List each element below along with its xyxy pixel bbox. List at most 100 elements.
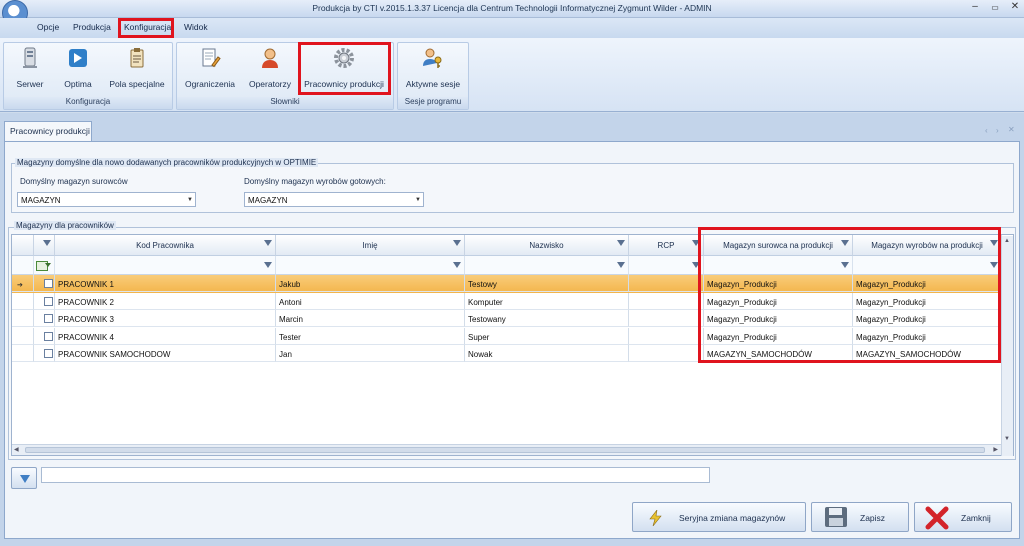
vertical-scrollbar[interactable]: ▲ ▼: [1001, 236, 1013, 456]
filter-icon[interactable]: [617, 240, 625, 246]
cell-rcp[interactable]: [629, 275, 704, 292]
column-header-kod[interactable]: Kod Pracownika: [55, 235, 276, 256]
tab-close-icon[interactable]: ✕: [1008, 125, 1015, 134]
scroll-left-icon[interactable]: ◀: [14, 446, 19, 453]
row-checkbox-cell[interactable]: [34, 275, 55, 292]
row-checkbox[interactable]: [44, 279, 53, 288]
filter-cell[interactable]: [465, 256, 629, 275]
cell-rcp[interactable]: [629, 327, 704, 345]
chevron-down-icon[interactable]: ▼: [187, 197, 193, 203]
cell-rcp[interactable]: [629, 345, 704, 362]
pracownicy-produkcji-highlight: [298, 42, 391, 95]
filter-icon: [20, 475, 30, 483]
raw-warehouse-select[interactable]: MAGAZYN ▼: [17, 192, 196, 207]
minimize-icon[interactable]: –: [967, 1, 983, 15]
grid-legend: Magazyny dla pracowników: [14, 221, 116, 230]
cell-kod[interactable]: PRACOWNIK 3: [55, 310, 276, 327]
filter-expression-input[interactable]: [41, 467, 710, 483]
column-header-rcp[interactable]: RCP: [629, 235, 704, 256]
row-checkbox[interactable]: [44, 314, 53, 323]
cell-imie[interactable]: Tester: [276, 327, 465, 345]
save-button[interactable]: Zapisz: [811, 502, 909, 532]
row-indicator-header: [12, 235, 34, 256]
filter-grid-icon[interactable]: [36, 261, 52, 271]
filter-icon[interactable]: [264, 262, 272, 268]
filter-cell[interactable]: [34, 256, 55, 275]
tab-scroll-left-icon[interactable]: ‹: [985, 126, 988, 135]
cell-nazwisko[interactable]: Nowak: [465, 345, 629, 362]
scroll-right-icon[interactable]: ▶: [993, 446, 998, 453]
filter-icon[interactable]: [264, 240, 272, 246]
bulk-change-button[interactable]: Seryjna zmiana magazynów: [632, 502, 806, 532]
row-checkbox[interactable]: [44, 331, 53, 341]
filter-icon[interactable]: [43, 240, 51, 246]
scroll-up-icon[interactable]: ▲: [1004, 238, 1010, 244]
finished-warehouse-label: Domyślny magazyn wyrobów gotowych:: [244, 177, 386, 186]
row-indicator: [12, 327, 34, 345]
cell-kod[interactable]: PRACOWNIK 2: [55, 292, 276, 310]
tab-scroll-right-icon[interactable]: ›: [996, 126, 999, 135]
row-indicator: [12, 345, 34, 362]
cell-nazwisko[interactable]: Komputer: [465, 292, 629, 310]
row-checkbox-cell[interactable]: [34, 345, 55, 362]
cell-rcp[interactable]: [629, 292, 704, 310]
menu-produkcja[interactable]: Produkcja: [73, 22, 111, 32]
serwer-label: Serwer: [16, 79, 44, 89]
row-indicator: [12, 310, 34, 327]
row-checkbox-cell[interactable]: [34, 292, 55, 310]
close-button[interactable]: Zamknij: [914, 502, 1012, 532]
filter-cell[interactable]: [276, 256, 465, 275]
row-indicator: [12, 292, 34, 310]
finished-warehouse-select[interactable]: MAGAZYN ▼: [244, 192, 424, 207]
maximize-icon[interactable]: ▭: [987, 3, 1003, 17]
cell-nazwisko[interactable]: Testowy: [465, 275, 629, 292]
cell-rcp[interactable]: [629, 310, 704, 327]
serwer-button[interactable]: Serwer: [10, 46, 50, 96]
row-checkbox[interactable]: [44, 349, 53, 358]
current-row-arrow-icon: ➔: [17, 282, 23, 289]
row-checkbox[interactable]: [44, 296, 53, 306]
close-label: Zamknij: [961, 513, 991, 523]
horizontal-scrollbar[interactable]: ◀ ▶: [12, 444, 1001, 455]
finished-warehouse-value: MAGAZYN: [248, 196, 288, 205]
cell-imie[interactable]: Antoni: [276, 292, 465, 310]
scroll-down-icon[interactable]: ▼: [1004, 436, 1010, 442]
row-checkbox-cell[interactable]: [34, 327, 55, 345]
user-icon: [262, 48, 278, 68]
operatorzy-button[interactable]: Operatorzy: [246, 46, 294, 96]
cell-kod[interactable]: PRACOWNIK 1: [55, 275, 276, 292]
cell-imie[interactable]: Jan: [276, 345, 465, 362]
column-header-label: Nazwisko: [529, 241, 564, 250]
filter-icon[interactable]: [617, 262, 625, 268]
aktywne-sesje-button[interactable]: Aktywne sesje: [403, 46, 463, 96]
row-checkbox-cell[interactable]: [34, 310, 55, 327]
optima-button[interactable]: Optima: [58, 46, 98, 96]
cell-kod[interactable]: PRACOWNIK 4: [55, 327, 276, 345]
clipboard-icon: [130, 48, 144, 68]
ribbon-group-label: Słowniki: [177, 97, 393, 109]
filter-icon[interactable]: [453, 240, 461, 246]
filter-cell[interactable]: [55, 256, 276, 275]
checkbox-column-header[interactable]: [34, 235, 55, 256]
column-header-imie[interactable]: Imię: [276, 235, 465, 256]
filter-icon[interactable]: [453, 262, 461, 268]
cell-nazwisko[interactable]: Super: [465, 327, 629, 345]
cell-imie[interactable]: Jakub: [276, 275, 465, 292]
column-header-nazwisko[interactable]: Nazwisko: [465, 235, 629, 256]
filter-toggle-button[interactable]: [11, 467, 37, 489]
cell-nazwisko[interactable]: Testowany: [465, 310, 629, 327]
bulk-change-label: Seryjna zmiana magazynów: [679, 513, 786, 523]
filter-cell[interactable]: [629, 256, 704, 275]
menu-opcje[interactable]: Opcje: [37, 22, 59, 32]
row-indicator: ➔: [12, 275, 34, 292]
cell-imie[interactable]: Marcin: [276, 310, 465, 327]
ograniczenia-button[interactable]: Ograniczenia: [184, 46, 236, 96]
pola-specjalne-button[interactable]: Pola specjalne: [108, 46, 166, 96]
chevron-down-icon[interactable]: ▼: [415, 197, 421, 203]
menu-widok[interactable]: Widok: [184, 22, 208, 32]
tab-pracownicy-produkcji[interactable]: Pracownicy produkcji: [4, 121, 92, 142]
close-window-icon[interactable]: ✕: [1007, 1, 1023, 15]
cell-kod[interactable]: PRACOWNIK SAMOCHODOW: [55, 345, 276, 362]
scroll-thumb[interactable]: [25, 447, 985, 453]
close-x-icon: [925, 506, 949, 530]
